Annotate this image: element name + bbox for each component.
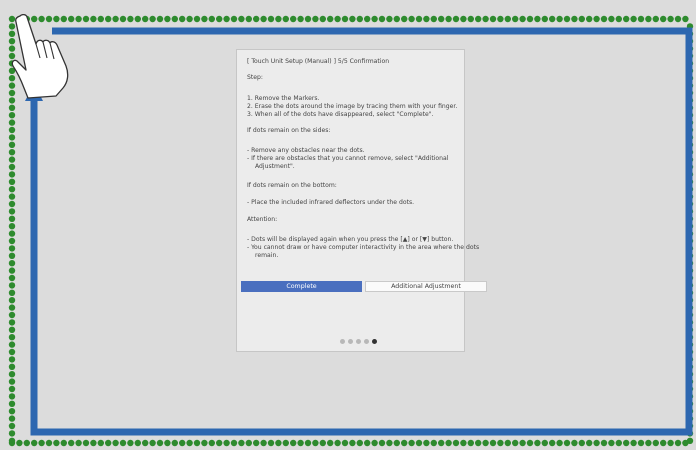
step-heading: Step: [247,74,263,81]
page-dot [348,339,353,344]
page-dot [372,339,377,344]
confirmation-dialog: [ Touch Unit Setup (Manual) ] 5/5 Confir… [236,49,487,352]
bottom-item: - Place the included infrared deflectors… [247,199,415,206]
page-dot [364,339,369,344]
step-item: 3. When all of the dots have disappeared… [247,111,434,119]
pointing-hand-icon [11,14,69,99]
page-dot [356,339,361,344]
complete-button[interactable]: Complete [241,281,362,292]
attention-heading: Attention: [247,216,278,223]
step-item: 2. Erase the dots around the image by tr… [247,103,458,111]
dialog-title: [ Touch Unit Setup (Manual) ] 5/5 Confir… [247,58,390,65]
sides-item: - If there are obstacles that you cannot… [247,155,449,163]
additional-adjustment-button[interactable]: Additional Adjustment [365,281,487,292]
sides-item: - Remove any obstacles near the dots. [247,147,365,154]
sides-list: - Remove any obstacles near the dots. - … [247,147,448,172]
attention-item: remain. [255,252,279,260]
step-item: 1. Remove the Markers. [247,95,320,102]
steps-list: 1. Remove the Markers. 2. Erase the dots… [247,95,457,120]
attention-item: - You cannot draw or have computer inter… [247,244,480,252]
projection-screen[interactable]: [ Touch Unit Setup (Manual) ] 5/5 Confir… [0,0,696,450]
page-indicator [340,339,377,344]
sides-item: Adjustment". [255,163,295,171]
bottom-list: - Place the included infrared deflectors… [247,199,414,207]
attention-list: - Dots will be displayed again when you … [247,236,479,261]
bottom-heading: If dots remain on the bottom: [247,182,337,189]
page-dot [340,339,345,344]
attention-item: - Dots will be displayed again when you … [247,236,454,243]
sides-heading: If dots remain on the sides: [247,127,331,134]
